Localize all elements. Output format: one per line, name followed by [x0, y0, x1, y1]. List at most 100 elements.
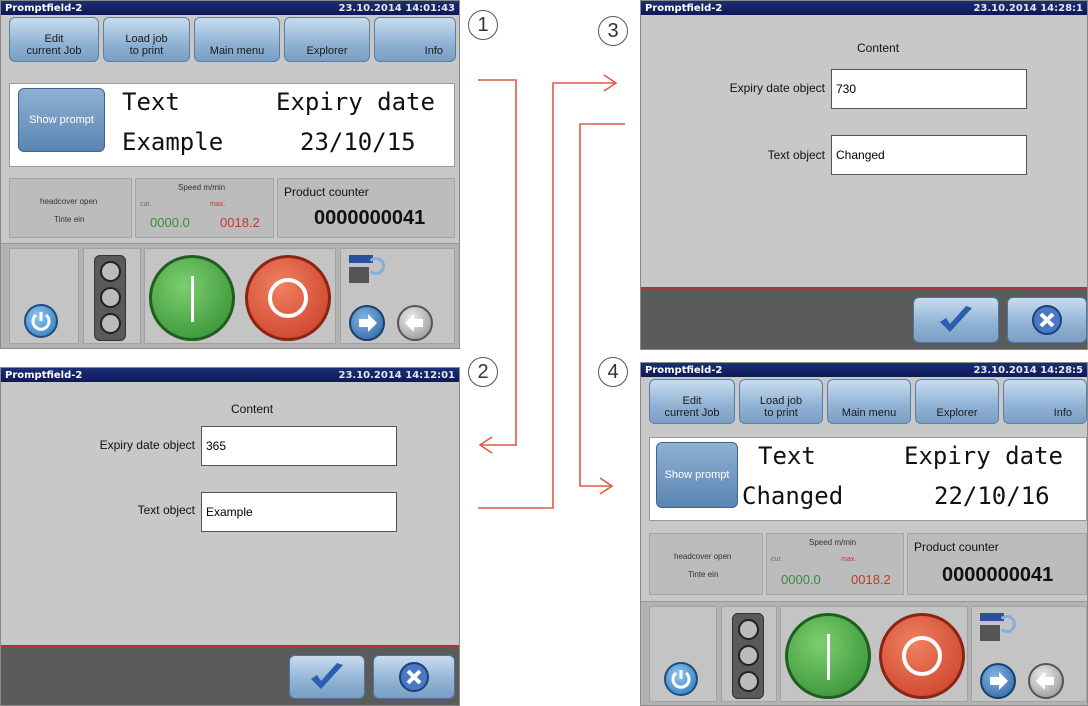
speed-cur-value: 0000.0 [781, 572, 821, 587]
button-label: Explorer [306, 45, 348, 57]
edit-current-job-button[interactable]: Edit current Job [649, 379, 735, 424]
title-bar: Promptfield-2 23.10.2014 14:12:01 [1, 368, 459, 382]
button-label: current Job [664, 407, 720, 419]
column-header-expiry: Expiry date [904, 442, 1063, 470]
show-prompt-button[interactable]: Show prompt [656, 442, 738, 508]
checkmark-icon[interactable] [913, 297, 999, 343]
flow-arrow-2-to-3 [478, 82, 616, 509]
explorer-button[interactable]: Explorer [915, 379, 999, 424]
power-cell [9, 248, 79, 344]
speed-max-label: max. [210, 201, 226, 208]
traffic-light-icon [732, 613, 764, 699]
button-label: Info [1053, 407, 1072, 419]
speed-label: Speed m/min [809, 538, 857, 547]
start-stop-cell [144, 248, 336, 344]
main-screen-1: Promptfield-2 23.10.2014 14:01:43 Edit c… [0, 0, 460, 349]
button-label: Edit [44, 33, 64, 45]
datetime: 23.10.2014 14:12:01 [338, 369, 456, 381]
speed-cur-label: cur. [771, 556, 783, 563]
text-object-field[interactable]: Changed [831, 135, 1027, 175]
control-bar [1, 243, 459, 348]
checkmark-icon[interactable] [289, 655, 365, 699]
button-label: Main menu [841, 407, 897, 419]
app-title: Promptfield-2 [645, 2, 723, 14]
button-label: to print [129, 45, 164, 57]
power-icon[interactable] [664, 662, 698, 696]
load-job-button[interactable]: Load job to print [103, 17, 190, 62]
printhead-cell [971, 606, 1087, 702]
button-label: Info [424, 45, 443, 57]
speed-box: Speed m/min cur. max. 0000.0 0018.2 [766, 533, 904, 595]
status-ink: Tinte ein [54, 215, 85, 224]
printhead-icon [980, 611, 1020, 651]
status-ink: Tinte ein [688, 570, 719, 579]
info-button[interactable]: Info [1003, 379, 1087, 424]
arrow-right-icon[interactable] [980, 663, 1016, 699]
step-number-3: 3 [598, 16, 628, 46]
text-object-field[interactable]: Example [201, 492, 397, 532]
info-button[interactable]: Info [374, 17, 456, 62]
expiry-date-field[interactable]: 730 [831, 69, 1027, 109]
counter-box: Product counter 0000000041 [277, 178, 455, 238]
form-footer [641, 287, 1087, 349]
start-stop-cell [780, 606, 968, 702]
button-label: Load job [759, 395, 803, 407]
main-menu-button[interactable]: Main menu [827, 379, 911, 424]
printhead-icon [349, 253, 389, 293]
print-preview: Show prompt Text Expiry date Example 23/… [9, 83, 455, 167]
main-screen-4: Promptfield-2 23.10.2014 14:28:5 Edit cu… [640, 362, 1088, 706]
explorer-button[interactable]: Explorer [284, 17, 370, 62]
expiry-value: 22/10/16 [934, 482, 1050, 510]
counter-label: Product counter [284, 185, 369, 199]
edit-current-job-button[interactable]: Edit current Job [9, 17, 99, 62]
counter-value: 0000000041 [314, 207, 426, 229]
speed-cur-value: 0000.0 [150, 215, 190, 230]
text-object-label: Text object [767, 148, 825, 162]
status-box: headcover open Tinte ein [9, 178, 132, 238]
button-label: Explorer [936, 407, 978, 419]
form-screen-3: Promptfield-2 23.10.2014 14:28:1 Content… [640, 0, 1088, 350]
button-label: Load job [125, 33, 168, 45]
title-bar: Promptfield-2 23.10.2014 14:28:5 [641, 363, 1087, 377]
show-prompt-button[interactable]: Show prompt [18, 88, 105, 152]
load-job-button[interactable]: Load job to print [739, 379, 823, 424]
button-label: Edit [682, 395, 702, 407]
arrow-left-icon[interactable] [1028, 663, 1064, 699]
stop-button-icon[interactable] [245, 255, 331, 341]
step-number-1: 1 [468, 10, 498, 40]
expiry-value: 23/10/15 [300, 128, 416, 156]
form-screen-2: Promptfield-2 23.10.2014 14:12:01 Conten… [0, 367, 460, 706]
flow-arrow-3-to-4 [579, 123, 625, 487]
counter-value: 0000000041 [942, 564, 1054, 586]
datetime: 23.10.2014 14:28:1 [973, 2, 1083, 14]
cancel-x-icon[interactable] [1007, 297, 1087, 343]
start-button-icon[interactable] [149, 255, 235, 341]
column-header-text: Text [758, 442, 816, 470]
speed-max-value: 0018.2 [851, 572, 891, 587]
speed-max-label: max. [841, 556, 857, 563]
cancel-x-icon[interactable] [373, 655, 455, 699]
arrow-right-icon[interactable] [349, 305, 385, 341]
speed-box: Speed m/min cur. max. 0000.0 0018.2 [135, 178, 274, 238]
title-bar: Promptfield-2 23.10.2014 14:01:43 [1, 1, 459, 15]
expiry-date-label: Expiry date object [99, 438, 195, 452]
form-heading: Content [857, 41, 900, 55]
datetime: 23.10.2014 14:28:5 [973, 364, 1083, 376]
stop-button-icon[interactable] [879, 613, 965, 699]
button-label: Main menu [209, 45, 265, 57]
status-headcover: headcover open [674, 552, 732, 561]
traffic-light-icon [94, 255, 126, 341]
status-headcover: headcover open [40, 197, 98, 206]
power-icon[interactable] [24, 304, 58, 338]
expiry-date-field[interactable]: 365 [201, 426, 397, 466]
arrow-left-icon[interactable] [397, 305, 433, 341]
main-menu-button[interactable]: Main menu [194, 17, 280, 62]
app-title: Promptfield-2 [5, 2, 83, 14]
column-header-expiry: Expiry date [276, 88, 435, 116]
start-button-icon[interactable] [785, 613, 871, 699]
column-header-text: Text [122, 88, 180, 116]
form-footer [1, 645, 459, 705]
print-preview: Show prompt Text Expiry date Changed 22/… [649, 437, 1087, 521]
flow-arrow-1-to-2 [478, 79, 517, 446]
control-bar [641, 601, 1087, 705]
